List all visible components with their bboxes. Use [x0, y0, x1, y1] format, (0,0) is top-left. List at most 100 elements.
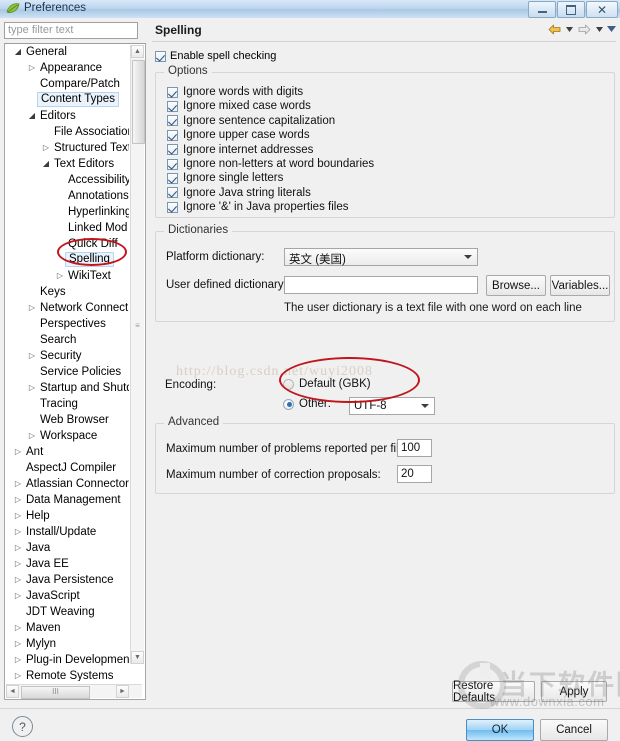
tree-item-data-management[interactable]: ▷ Data Management — [5, 492, 129, 508]
option-row-7[interactable]: Ignore Java string literals — [167, 187, 311, 199]
tree-item-structured-text[interactable]: ▷ Structured Text — [5, 140, 129, 156]
tree-item-ant[interactable]: ▷ Ant — [5, 444, 129, 460]
option-row-2[interactable]: Ignore sentence capitalization — [167, 115, 335, 127]
tree-item-install-update[interactable]: ▷ Install/Update — [5, 524, 129, 540]
tree-item-spelling[interactable]: Spelling — [5, 252, 129, 268]
tree-item-remote-systems[interactable]: ▷ Remote Systems — [5, 668, 129, 681]
variables-button[interactable]: Variables... — [550, 275, 610, 296]
tree-expand-arrow-closed-icon[interactable]: ▷ — [27, 380, 37, 396]
encoding-other-select[interactable]: UTF-8 — [349, 397, 435, 415]
preference-tree[interactable]: ◢ General ▷ Appearance Compare/Patch Content … — [4, 43, 146, 700]
ok-button[interactable]: OK — [466, 719, 534, 741]
tree-expand-arrow-closed-icon[interactable]: ▷ — [13, 508, 23, 524]
option-checkbox-2[interactable] — [167, 115, 178, 127]
tree-expand-arrow-closed-icon[interactable]: ▷ — [27, 60, 37, 76]
tree-item-content-types[interactable]: Content Types — [5, 92, 129, 108]
tree-horizontal-scrollbar[interactable]: ◄ III ► — [6, 684, 142, 699]
encoding-default-radio[interactable] — [283, 378, 294, 390]
max-proposals-input[interactable]: 20 — [397, 465, 432, 483]
scroll-left-button[interactable]: ◄ — [6, 685, 19, 698]
tree-item-web-browser[interactable]: Web Browser — [5, 412, 129, 428]
tree-item-appearance[interactable]: ▷ Appearance — [5, 60, 129, 76]
back-history-chevron-down-icon[interactable] — [565, 22, 574, 36]
view-menu-icon[interactable] — [607, 22, 616, 36]
tree-item-atlassian-connector[interactable]: ▷ Atlassian Connector — [5, 476, 129, 492]
tree-item-startup-and-shutd[interactable]: ▷ Startup and Shutd — [5, 380, 129, 396]
max-problems-input[interactable]: 100 — [397, 439, 432, 457]
tree-item-editors[interactable]: ◢ Editors — [5, 108, 129, 124]
cancel-button[interactable]: Cancel — [540, 719, 608, 741]
tree-item-compare-patch[interactable]: Compare/Patch — [5, 76, 129, 92]
tree-item-java-persistence[interactable]: ▷ Java Persistence — [5, 572, 129, 588]
tree-item-quick-diff[interactable]: Quick Diff — [5, 236, 129, 252]
tree-expand-arrow-closed-icon[interactable]: ▷ — [13, 492, 23, 508]
scroll-right-button[interactable]: ► — [116, 685, 129, 698]
tree-item-maven[interactable]: ▷ Maven — [5, 620, 129, 636]
tree-item-jdt-weaving[interactable]: JDT Weaving — [5, 604, 129, 620]
tree-expand-arrow-closed-icon[interactable]: ▷ — [27, 428, 37, 444]
filter-input[interactable]: type filter text — [4, 22, 138, 39]
platform-dictionary-select[interactable]: 英文 (美国) — [284, 248, 478, 266]
tree-item-service-policies[interactable]: Service Policies — [5, 364, 129, 380]
tree-expand-arrow-closed-icon[interactable]: ▷ — [13, 444, 23, 460]
back-arrow-icon[interactable] — [547, 22, 562, 36]
option-checkbox-4[interactable] — [167, 144, 178, 156]
minimize-button[interactable] — [528, 1, 556, 18]
tree-item-text-editors[interactable]: ◢ Text Editors — [5, 156, 129, 172]
tree-item-security[interactable]: ▷ Security — [5, 348, 129, 364]
option-checkbox-6[interactable] — [167, 172, 178, 184]
user-dictionary-input[interactable] — [284, 276, 478, 294]
enable-spell-checking-checkbox[interactable] — [155, 50, 166, 62]
tree-expand-arrow-open-icon[interactable]: ◢ — [27, 108, 37, 124]
horizontal-scroll-thumb[interactable]: III — [21, 686, 90, 699]
option-checkbox-5[interactable] — [167, 158, 178, 170]
tree-item-network-connecti[interactable]: ▷ Network Connecti — [5, 300, 129, 316]
browse-button[interactable]: Browse... — [486, 275, 546, 296]
option-row-6[interactable]: Ignore single letters — [167, 172, 283, 184]
tree-expand-arrow-closed-icon[interactable]: ▷ — [13, 652, 23, 668]
tree-item-java-ee[interactable]: ▷ Java EE — [5, 556, 129, 572]
tree-expand-arrow-closed-icon[interactable]: ▷ — [41, 140, 51, 156]
option-checkbox-0[interactable] — [167, 86, 178, 98]
tree-expand-arrow-closed-icon[interactable]: ▷ — [55, 268, 65, 284]
forward-history-chevron-down-icon[interactable] — [595, 22, 604, 36]
option-row-4[interactable]: Ignore internet addresses — [167, 144, 313, 156]
pane-splitter[interactable] — [146, 22, 149, 698]
tree-expand-arrow-closed-icon[interactable]: ▷ — [13, 540, 23, 556]
tree-item-aspectj-compiler[interactable]: AspectJ Compiler — [5, 460, 129, 476]
tree-item-hyperlinking[interactable]: Hyperlinking — [5, 204, 129, 220]
tree-expand-arrow-closed-icon[interactable]: ▷ — [13, 668, 23, 681]
tree-item-search[interactable]: Search — [5, 332, 129, 348]
encoding-other-radio[interactable] — [283, 398, 294, 410]
tree-item-plug-in-development[interactable]: ▷ Plug-in Development — [5, 652, 129, 668]
tree-item-linked-mod[interactable]: Linked Mod — [5, 220, 129, 236]
tree-item-javascript[interactable]: ▷ JavaScript — [5, 588, 129, 604]
tree-item-file-association[interactable]: File Association — [5, 124, 129, 140]
tree-expand-arrow-closed-icon[interactable]: ▷ — [27, 300, 37, 316]
option-checkbox-3[interactable] — [167, 129, 178, 141]
vertical-scroll-thumb[interactable] — [132, 60, 145, 144]
tree-item-keys[interactable]: Keys — [5, 284, 129, 300]
encoding-other-row[interactable]: Other: — [283, 398, 331, 410]
option-row-1[interactable]: Ignore mixed case words — [167, 100, 311, 112]
help-button[interactable]: ? — [12, 716, 33, 737]
tree-vertical-scrollbar[interactable]: ▲ ≡ ▼ — [130, 45, 145, 664]
option-checkbox-8[interactable] — [167, 201, 178, 213]
option-row-5[interactable]: Ignore non-letters at word boundaries — [167, 158, 374, 170]
tree-expand-arrow-open-icon[interactable]: ◢ — [13, 44, 23, 60]
tree-expand-arrow-closed-icon[interactable]: ▷ — [13, 476, 23, 492]
tree-expand-arrow-closed-icon[interactable]: ▷ — [13, 524, 23, 540]
tree-expand-arrow-closed-icon[interactable]: ▷ — [27, 348, 37, 364]
tree-item-annotations[interactable]: Annotations — [5, 188, 129, 204]
tree-item-general[interactable]: ◢ General — [5, 44, 129, 60]
option-checkbox-1[interactable] — [167, 100, 178, 112]
tree-item-tracing[interactable]: Tracing — [5, 396, 129, 412]
forward-arrow-icon[interactable] — [577, 22, 592, 36]
tree-expand-arrow-closed-icon[interactable]: ▷ — [13, 636, 23, 652]
tree-expand-arrow-closed-icon[interactable]: ▷ — [13, 620, 23, 636]
tree-item-workspace[interactable]: ▷ Workspace — [5, 428, 129, 444]
option-checkbox-7[interactable] — [167, 187, 178, 199]
tree-item-accessibility[interactable]: Accessibility — [5, 172, 129, 188]
scroll-up-button[interactable]: ▲ — [131, 45, 144, 58]
tree-expand-arrow-open-icon[interactable]: ◢ — [41, 156, 51, 172]
